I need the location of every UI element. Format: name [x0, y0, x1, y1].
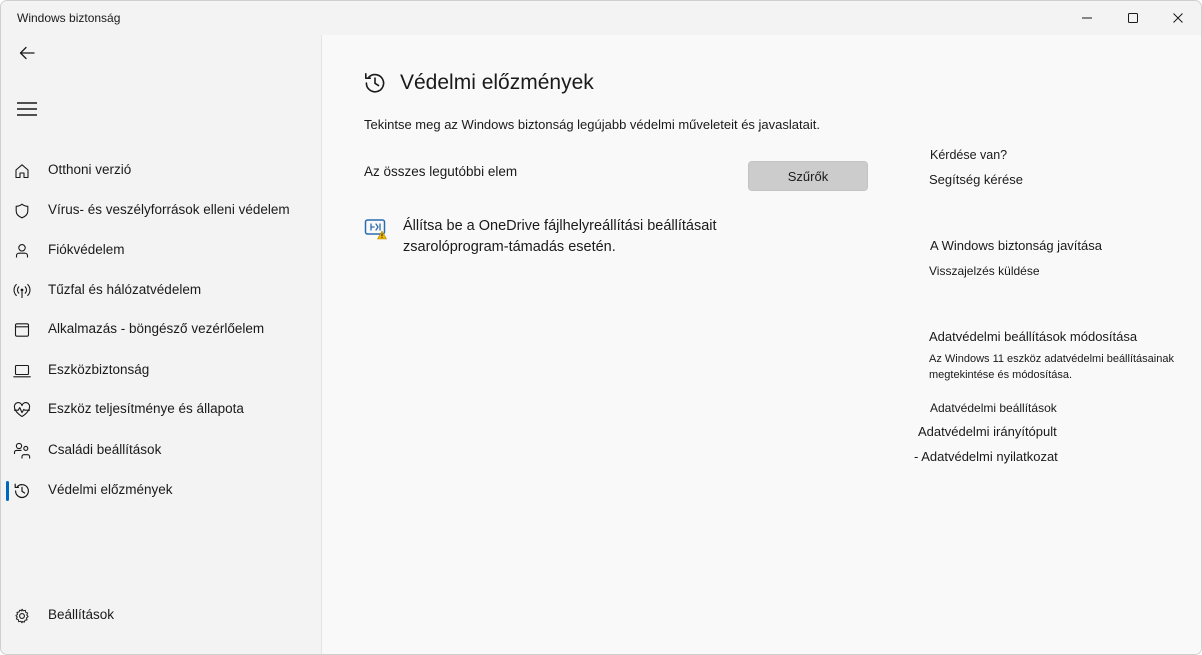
onedrive-warning-icon [364, 218, 388, 240]
maximize-icon [1128, 13, 1138, 23]
sidebar-item-device-performance[interactable]: Eszköz teljesítménye és állapota [5, 392, 315, 428]
home-icon [13, 162, 31, 180]
recommendation-item[interactable]: Állítsa be a OneDrive fájlhelyreállítási… [403, 216, 763, 258]
history-icon [13, 482, 31, 500]
sidebar-item-app-browser-control[interactable]: Alkalmazás - böngésző vezérlőelem [5, 312, 315, 348]
title-bar: Windows biztonság [1, 1, 1201, 35]
hamburger-icon [17, 102, 37, 116]
app-window: Windows biztonság Otthoni verzió Vírus- … [0, 0, 1202, 655]
send-feedback-link[interactable]: Visszajelzés küldése [929, 264, 1040, 278]
privacy-description: Az Windows 11 eszköz adatvédelmi beállít… [929, 353, 1174, 381]
sidebar-item-label: Tűzfal és hálózatvédelem [48, 282, 202, 297]
sidebar-item-label: Eszköz teljesítménye és állapota [48, 401, 244, 416]
hamburger-menu-button[interactable] [11, 95, 43, 123]
privacy-settings-link[interactable]: Adatvédelmi beállítások [930, 401, 1057, 415]
sidebar-item-label: Vírus- és veszélyforrások elleni védelem [48, 202, 290, 217]
app-window-icon [13, 321, 31, 339]
sidebar-item-label: Családi beállítások [48, 442, 162, 457]
minimize-button[interactable] [1064, 1, 1110, 35]
privacy-heading: Adatvédelmi beállítások módosítása [929, 329, 1138, 344]
question-heading: Kérdése van? [930, 148, 1008, 162]
page-description: Tekintse meg az Windows biztonság legúja… [364, 117, 820, 132]
privacy-dashboard-link[interactable]: Adatvédelmi irányítópult [918, 424, 1057, 439]
laptop-icon [13, 362, 31, 380]
antenna-icon [13, 282, 31, 300]
sidebar-item-label: Eszközbiztonság [48, 362, 150, 377]
page-title: Védelmi előzmények [400, 71, 594, 94]
sidebar-item-label: Védelmi előzmények [48, 482, 173, 497]
filters-button[interactable]: Szűrők [748, 161, 868, 191]
maximize-button[interactable] [1110, 1, 1156, 35]
sidebar-item-label: Otthoni verzió [48, 162, 132, 177]
back-button[interactable] [11, 39, 43, 67]
sidebar-item-label: Fiókvédelem [48, 242, 125, 257]
minimize-icon [1082, 17, 1092, 19]
recommendation-title: Állítsa be a OneDrive fájlhelyreállítási… [403, 218, 717, 234]
close-button[interactable] [1155, 1, 1201, 35]
sidebar-item-label: Beállítások [48, 607, 115, 622]
sidebar-item-home[interactable]: Otthoni verzió [5, 153, 315, 189]
sidebar-item-device-security[interactable]: Eszközbiztonság [5, 353, 315, 389]
sidebar-item-family-options[interactable]: Családi beállítások [5, 433, 315, 469]
arrow-left-icon [19, 46, 35, 60]
close-icon [1173, 13, 1183, 23]
sidebar-item-settings[interactable]: Beállítások [5, 598, 315, 634]
sidebar: Otthoni verzió Vírus- és veszélyforrások… [1, 35, 321, 654]
app-title: Windows biztonság [17, 11, 121, 25]
sidebar-item-label: Alkalmazás - böngésző vezérlőelem [48, 321, 265, 336]
improve-heading: A Windows biztonság javítása [930, 238, 1102, 253]
active-indicator [6, 481, 9, 501]
person-icon [13, 242, 31, 260]
get-help-link[interactable]: Segítség kérése [929, 172, 1023, 187]
privacy-statement-link[interactable]: - Adatvédelmi nyilatkozat [914, 449, 1058, 464]
sidebar-item-firewall[interactable]: Tűzfal és hálózatvédelem [5, 273, 315, 309]
sidebar-item-protection-history[interactable]: Védelmi előzmények [5, 473, 315, 509]
sidebar-item-account-protection[interactable]: Fiókvédelem [5, 233, 315, 269]
gear-icon [13, 607, 31, 625]
main-content: Védelmi előzmények Tekintse meg az Windo… [321, 35, 1201, 654]
family-icon [13, 442, 31, 460]
recommendation-subtitle: zsarolóprogram-támadás esetén. [403, 239, 616, 255]
shield-icon [13, 202, 31, 220]
list-heading: Az összes legutóbbi elem [364, 164, 518, 179]
history-icon [363, 71, 387, 95]
sidebar-item-virus-protection[interactable]: Vírus- és veszélyforrások elleni védelem [5, 193, 315, 229]
heart-pulse-icon [13, 401, 31, 419]
